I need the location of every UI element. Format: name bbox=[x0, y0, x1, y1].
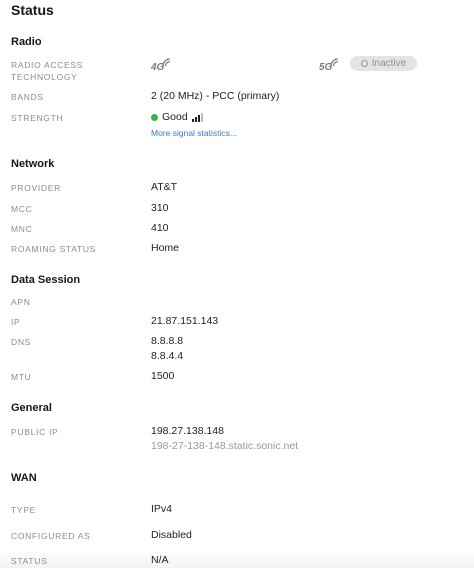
wan-type-value: IPv4 bbox=[151, 503, 173, 515]
mtu-label: MTU bbox=[11, 372, 32, 382]
dns-value-primary: 8.8.8.8 bbox=[151, 335, 184, 347]
section-heading-wan: WAN bbox=[11, 472, 37, 484]
page-title: Status bbox=[11, 2, 54, 18]
dns-label: DNS bbox=[11, 337, 32, 347]
strength-value: Good bbox=[162, 111, 188, 123]
public-ip-label: PUBLIC IP bbox=[11, 427, 59, 437]
wan-type-label: TYPE bbox=[11, 505, 37, 515]
strength-label: STRENGTH bbox=[11, 113, 64, 123]
scroll-fade bbox=[0, 548, 474, 568]
4g-signal-icon: 4G bbox=[151, 58, 171, 73]
wan-status-label: STATUS bbox=[11, 556, 48, 566]
signal-arc-icon bbox=[330, 58, 339, 67]
public-ip-value: 198.27.138.148 bbox=[151, 425, 224, 437]
mtu-value: 1500 bbox=[151, 370, 175, 382]
section-heading-general: General bbox=[11, 402, 52, 414]
radio-access-technology-label: RADIO ACCESS TECHNOLOGY bbox=[11, 60, 84, 82]
mnc-label: MNC bbox=[11, 224, 33, 234]
public-ip-hostname: 198-27-138-148.static.sonic.net bbox=[151, 440, 299, 452]
mnc-value: 410 bbox=[151, 222, 169, 234]
roaming-status-value: Home bbox=[151, 242, 180, 254]
ip-value: 21.87.151.143 bbox=[151, 315, 219, 327]
roaming-status-label: ROAMING STATUS bbox=[11, 244, 97, 254]
strength-indicator: Good bbox=[151, 110, 203, 124]
5g-signal-icon: 5G bbox=[319, 58, 339, 73]
section-heading-radio: Radio bbox=[11, 36, 42, 48]
configured-as-label: CONFIGURED AS bbox=[11, 531, 91, 541]
signal-arc-icon bbox=[162, 58, 171, 67]
status-good-dot-icon bbox=[151, 113, 158, 121]
configured-as-value: Disabled bbox=[151, 529, 192, 541]
more-signal-statistics-link[interactable]: More signal statistics... bbox=[151, 128, 237, 138]
mcc-value: 310 bbox=[151, 202, 169, 214]
ip-label: IP bbox=[11, 317, 21, 327]
signal-bars-icon bbox=[191, 112, 203, 122]
section-heading-data-session: Data Session bbox=[11, 274, 81, 286]
wan-status-value: N/A bbox=[151, 554, 169, 566]
5g-status-text: Inactive bbox=[371, 58, 407, 69]
section-heading-network: Network bbox=[11, 158, 55, 170]
5g-status-badge: Inactive bbox=[350, 56, 417, 71]
bands-value: 2 (20 MHz) - PCC (primary) bbox=[151, 90, 280, 102]
inactive-ring-icon bbox=[360, 60, 368, 67]
apn-label: APN bbox=[11, 297, 31, 307]
bands-label: BANDS bbox=[11, 92, 44, 102]
dns-value-secondary: 8.8.4.4 bbox=[151, 350, 184, 362]
provider-value: AT&T bbox=[151, 181, 178, 193]
provider-label: PROVIDER bbox=[11, 183, 61, 193]
mcc-label: MCC bbox=[11, 204, 33, 214]
